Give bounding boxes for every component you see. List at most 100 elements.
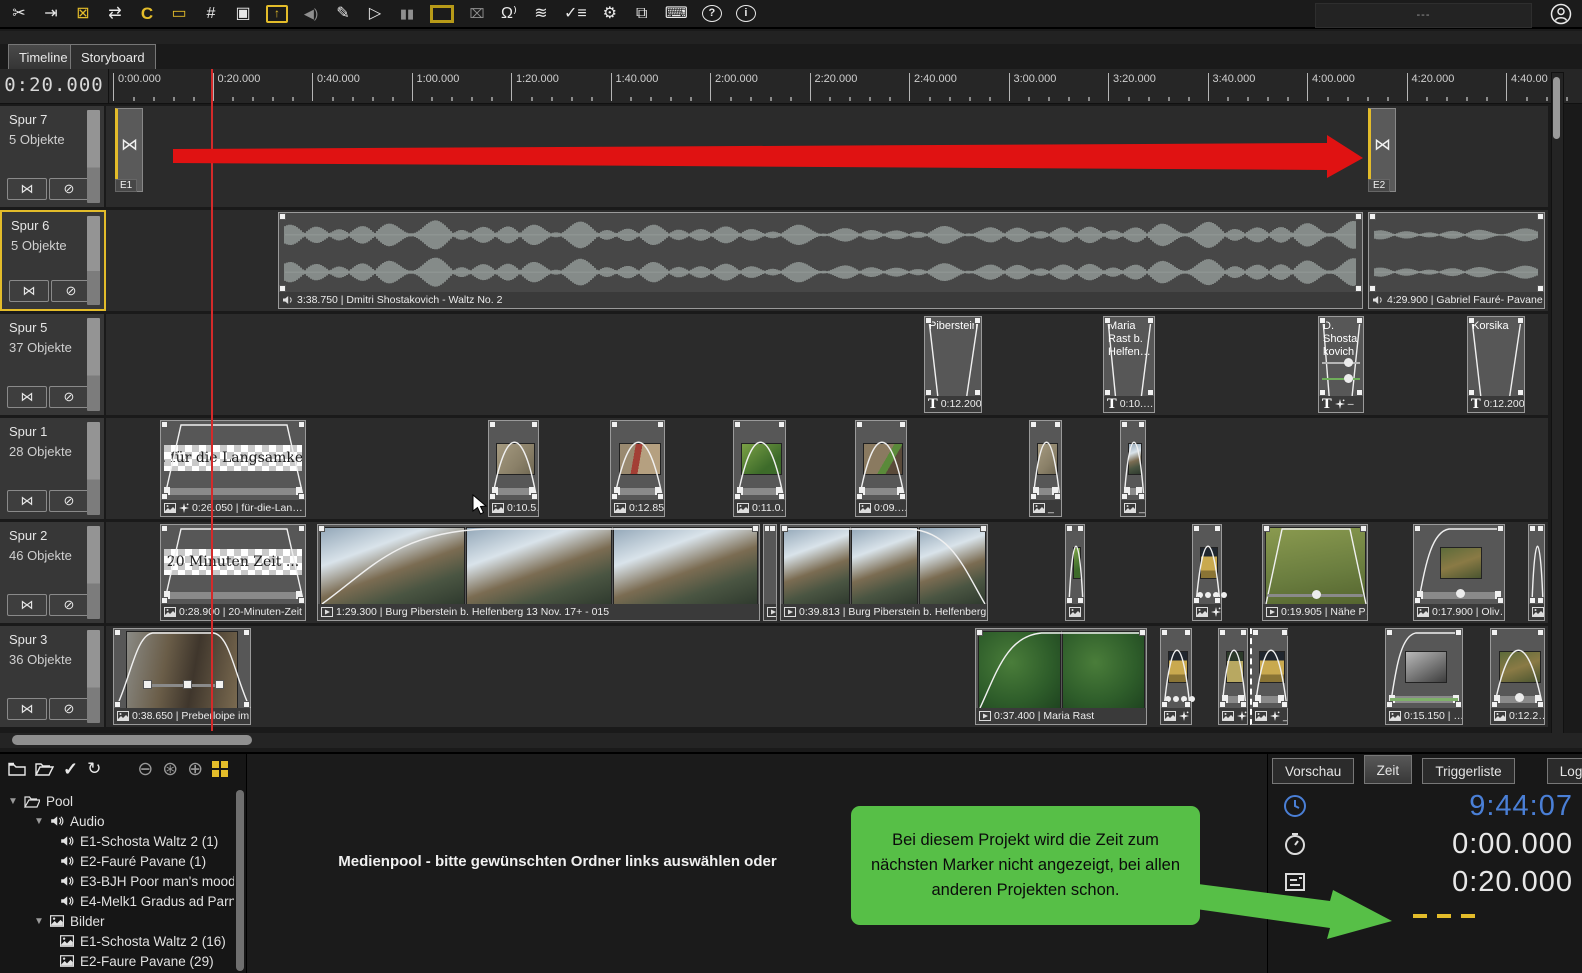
timeline-horizontal-scrollbar[interactable] <box>0 733 1582 748</box>
panel-tab-log[interactable]: Log <box>1547 758 1582 784</box>
keyframe-bar[interactable] <box>738 488 781 495</box>
favorites-icon[interactable]: ⊛ <box>162 758 178 781</box>
scissors-icon[interactable]: ✂ <box>10 3 28 25</box>
track-header[interactable]: Spur 128 Objekte⋈⊘ <box>0 418 106 519</box>
photo-clip[interactable] <box>1160 628 1192 725</box>
title-clip[interactable]: KorsikaT0:12.200 <box>1467 316 1525 413</box>
track-level-strip[interactable] <box>87 110 100 203</box>
pool-tree-item[interactable]: ▼Bilder <box>34 911 105 931</box>
track-header[interactable]: Spur 65 Objekte⋈⊘ <box>0 210 106 311</box>
track-header[interactable]: Spur 75 Objekte⋈⊘ <box>0 106 106 207</box>
photo-clip[interactable]: 0:11.0… <box>733 420 786 517</box>
timeline-ruler[interactable]: 0:20.000 0:00.0000:20.0000:40.0001:00.00… <box>0 69 1582 104</box>
track-level-strip[interactable] <box>87 216 100 305</box>
photo-clip[interactable]: 0:17.900 | Oliv… <box>1413 524 1505 621</box>
video-clip[interactable]: 0:39.813 | Burg Piberstein b. Helfenberg… <box>780 524 988 621</box>
track-level-strip[interactable] <box>87 630 100 723</box>
delete-object-icon[interactable]: ⊠ <box>74 3 92 25</box>
title-clip[interactable]: Maria Rast b. Helfen…T0:10.… <box>1103 316 1155 413</box>
tab-timeline[interactable]: Timeline <box>8 44 79 69</box>
snap-icon[interactable]: C <box>138 3 156 25</box>
photo-clip[interactable] <box>1528 524 1545 621</box>
photo-clip[interactable]: _ <box>1250 628 1288 725</box>
photo-clip[interactable]: _ <box>1029 420 1062 517</box>
video-clip[interactable]: 0:19.905 | Nähe P… <box>1262 524 1368 621</box>
tab-storyboard[interactable]: Storyboard <box>70 44 156 69</box>
new-folder-icon[interactable] <box>8 762 26 776</box>
keyframe-bar[interactable] <box>165 488 301 495</box>
pool-tree-item[interactable]: ▼Pool <box>8 791 73 811</box>
track-mute-button[interactable]: ⊘ <box>49 594 89 616</box>
swap-objects-icon[interactable]: ⇄ <box>106 3 124 25</box>
expander-icon[interactable]: ▼ <box>34 816 44 827</box>
settings-gear-icon[interactable]: ⚙ <box>601 3 619 25</box>
timeline-marker-object[interactable]: ⋈E1 <box>115 108 143 192</box>
edit-clip-icon[interactable]: ✎ <box>334 3 352 25</box>
title-clip[interactable]: PibersteinT0:12.200 <box>924 316 982 413</box>
video-clip[interactable]: _ <box>763 524 777 621</box>
pool-tree-item[interactable]: E1-Schosta Waltz 2 (1) <box>60 831 218 851</box>
track-level-strip[interactable] <box>87 526 100 619</box>
keyframe-bar[interactable] <box>1256 696 1283 703</box>
keyboard-icon[interactable]: ⌨ <box>665 3 688 25</box>
checklist-icon[interactable]: ✓≡ <box>564 3 587 25</box>
keyframe-bar[interactable] <box>165 592 301 599</box>
track-mute-button[interactable]: ⊘ <box>49 698 89 720</box>
photo-clip[interactable] <box>1218 628 1248 725</box>
refresh-icon[interactable]: ↻ <box>87 759 101 779</box>
trim-cut-icon[interactable]: ⇥ <box>42 3 60 25</box>
help-icon[interactable]: ? <box>702 5 722 22</box>
track-mute-button[interactable]: ⊘ <box>51 280 91 302</box>
photo-clip[interactable]: 0:12.850 … <box>610 420 665 517</box>
video-clip[interactable]: 0:37.400 | Maria Rast <box>975 628 1147 725</box>
keyframe-bar[interactable] <box>1223 696 1243 703</box>
open-folder-icon[interactable] <box>35 762 54 776</box>
panel-tab-triggerliste[interactable]: Triggerliste <box>1422 758 1514 784</box>
track-transition-button[interactable]: ⋈ <box>7 386 47 408</box>
grid-view-icon[interactable] <box>212 761 228 777</box>
photo-clip[interactable]: 0:09.… <box>855 420 907 517</box>
track-mute-button[interactable]: ⊘ <box>49 386 89 408</box>
pool-tree-item[interactable]: E2-Faure Pavane (29) <box>60 951 214 971</box>
photo-clip[interactable]: 0:38.650 | Preberloipe im Lungau - Salzb… <box>113 628 251 725</box>
track-transition-button[interactable]: ⋈ <box>7 698 47 720</box>
zoom-out-icon[interactable]: ⊖ <box>137 758 153 781</box>
track-header[interactable]: Spur 537 Objekte⋈⊘ <box>0 314 106 415</box>
photo-clip[interactable] <box>1065 524 1085 621</box>
ruler-icon[interactable]: ▭ <box>170 3 188 25</box>
check-icon[interactable]: ✓ <box>63 759 78 780</box>
photo-clip[interactable]: ... für die Langsamkeit0:26.050 | für-di… <box>160 420 306 517</box>
keyframe-bar[interactable] <box>493 488 534 495</box>
track-transition-button[interactable]: ⋈ <box>7 594 47 616</box>
pool-tree-item[interactable]: E1-Schosta Waltz 2 (16) <box>60 931 226 951</box>
stop-icon[interactable] <box>430 5 454 23</box>
program-monitor-icon[interactable]: ↑ <box>266 5 288 23</box>
video-clip[interactable]: 1:29.300 | Burg Piberstein b. Helfenberg… <box>317 524 760 621</box>
audio-clip[interactable]: 4:29.900 | Gabriel Fauré- Pavane - Ve… <box>1368 212 1545 309</box>
keyframe-bar[interactable] <box>1034 488 1057 495</box>
horizontal-scroll-thumb[interactable] <box>12 735 252 745</box>
grid-raster-icon[interactable]: # <box>202 3 220 25</box>
photo-clip[interactable] <box>1192 524 1222 621</box>
track-mute-button[interactable]: ⊘ <box>49 490 89 512</box>
comment-icon[interactable]: ⧉ <box>633 3 651 25</box>
track-transition-button[interactable]: ⋈ <box>7 490 47 512</box>
photo-clip[interactable]: 0:12.2… <box>1490 628 1545 725</box>
audio-clip[interactable]: 3:38.750 | Dmitri Shostakovich - Waltz N… <box>278 212 1363 309</box>
photo-clip[interactable]: _ <box>1120 420 1146 517</box>
account-icon[interactable] <box>1550 3 1572 30</box>
expander-icon[interactable]: ▼ <box>34 916 44 927</box>
timeline-marker-object[interactable]: ⋈E2 <box>1368 108 1396 192</box>
photo-clip[interactable]: 0:10.5… <box>488 420 539 517</box>
pool-tree-item[interactable]: E4-Melk1 Gradus ad Parnassum … <box>60 891 234 911</box>
track-mute-button[interactable]: ⊘ <box>49 178 89 200</box>
keyframe-bar[interactable] <box>860 488 902 495</box>
keyframe-bar[interactable] <box>615 488 660 495</box>
pause-icon[interactable]: ▮▮ <box>398 3 416 25</box>
play-icon[interactable]: ▷ <box>366 3 384 25</box>
info-icon[interactable]: i <box>736 5 756 22</box>
pool-tree-item[interactable]: ▼Audio <box>34 811 105 831</box>
close-x-icon[interactable]: ⌧ <box>468 3 486 25</box>
track-transition-button[interactable]: ⋈ <box>9 280 49 302</box>
mute-audio-icon[interactable]: ◀) <box>302 3 320 25</box>
